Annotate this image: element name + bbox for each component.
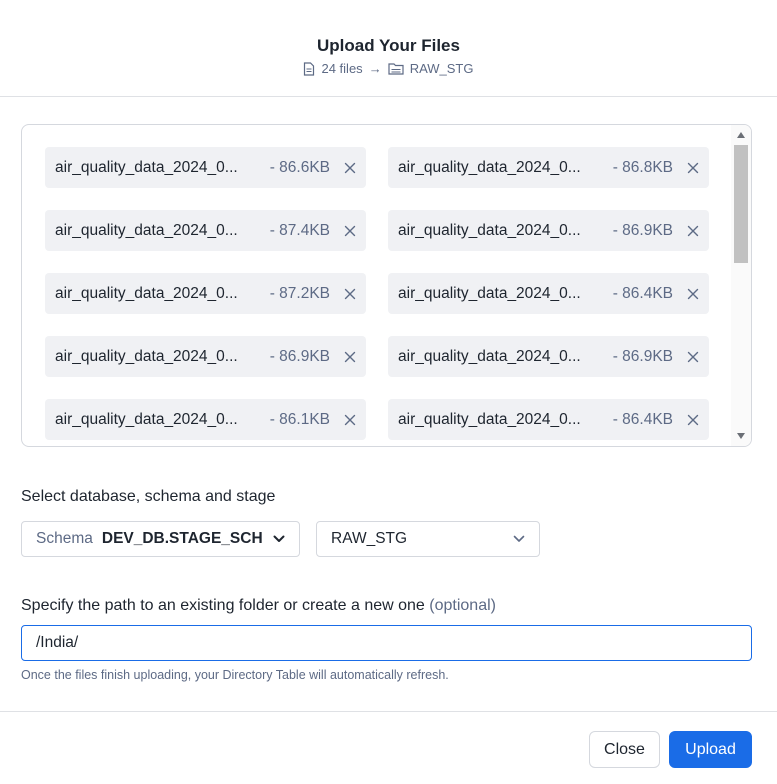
file-chip: air_quality_data_2024_0... - 86.9KB [388, 336, 709, 377]
file-name: air_quality_data_2024_0... [398, 347, 581, 365]
schema-select[interactable]: Schema DEV_DB.STAGE_SCH [21, 521, 300, 557]
stage-select[interactable]: RAW_STG [316, 521, 540, 557]
stage-value: RAW_STG [331, 530, 408, 547]
chevron-down-icon [513, 535, 525, 543]
file-chip: air_quality_data_2024_0... - 86.9KB [45, 336, 366, 377]
upload-summary: 24 files → RAW_STG [0, 61, 777, 76]
chevron-down-icon [273, 535, 285, 543]
file-name: air_quality_data_2024_0... [55, 221, 238, 239]
scroll-down-icon[interactable] [737, 433, 745, 439]
file-size: - 86.4KB [612, 284, 673, 302]
file-icon [303, 61, 315, 76]
file-chip: air_quality_data_2024_0... - 86.4KB [388, 273, 709, 314]
file-name: air_quality_data_2024_0... [55, 347, 238, 365]
refresh-hint: Once the files finish uploading, your Di… [21, 668, 449, 682]
file-chip: air_quality_data_2024_0... - 86.6KB [45, 147, 366, 188]
file-chip: air_quality_data_2024_0... - 86.1KB [45, 399, 366, 440]
stage-icon [388, 62, 404, 75]
remove-file-icon[interactable] [342, 412, 358, 428]
remove-file-icon[interactable] [342, 160, 358, 176]
location-label: Select database, schema and stage [21, 488, 276, 505]
remove-file-icon[interactable] [685, 223, 701, 239]
remove-file-icon[interactable] [685, 412, 701, 428]
file-name: air_quality_data_2024_0... [398, 221, 581, 239]
destination-stage: RAW_STG [409, 61, 474, 76]
remove-file-icon[interactable] [685, 160, 701, 176]
file-chip: air_quality_data_2024_0... - 87.2KB [45, 273, 366, 314]
schema-value: DEV_DB.STAGE_SCH [101, 530, 263, 547]
file-size: - 86.9KB [612, 221, 673, 239]
arrow-right-icon: → [368, 61, 382, 76]
file-name: air_quality_data_2024_0... [398, 158, 581, 176]
file-chip: air_quality_data_2024_0... - 86.4KB [388, 399, 709, 440]
file-size: - 86.8KB [612, 158, 673, 176]
path-input[interactable] [21, 625, 752, 661]
remove-file-icon[interactable] [342, 349, 358, 365]
file-size: - 86.9KB [612, 347, 673, 365]
remove-file-icon[interactable] [342, 223, 358, 239]
schema-prefix: Schema [36, 530, 93, 547]
remove-file-icon[interactable] [685, 286, 701, 302]
close-button[interactable]: Close [589, 731, 660, 768]
file-size: - 86.9KB [269, 347, 330, 365]
dialog-footer: Close Upload [0, 711, 777, 784]
file-name: air_quality_data_2024_0... [398, 284, 581, 302]
remove-file-icon[interactable] [342, 286, 358, 302]
file-name: air_quality_data_2024_0... [55, 284, 238, 302]
optional-tag: (optional) [429, 597, 496, 614]
file-chip: air_quality_data_2024_0... - 87.4KB [45, 210, 366, 251]
file-count: 24 files [321, 61, 363, 76]
path-label-text: Specify the path to an existing folder o… [21, 597, 425, 614]
file-size: - 86.4KB [612, 410, 673, 428]
file-size: - 86.6KB [269, 158, 330, 176]
file-name: air_quality_data_2024_0... [55, 410, 238, 428]
scrollbar-thumb[interactable] [734, 145, 748, 263]
file-name: air_quality_data_2024_0... [55, 158, 238, 176]
remove-file-icon[interactable] [685, 349, 701, 365]
file-size: - 87.4KB [269, 221, 330, 239]
path-label: Specify the path to an existing folder o… [21, 597, 496, 615]
file-grid: air_quality_data_2024_0... - 86.6KB air_qu… [45, 147, 709, 440]
dialog-header: Upload Your Files 24 files → RAW_STG [0, 0, 777, 97]
file-name: air_quality_data_2024_0... [398, 410, 581, 428]
dialog-title: Upload Your Files [317, 36, 460, 55]
file-chip: air_quality_data_2024_0... - 86.8KB [388, 147, 709, 188]
scroll-up-icon[interactable] [737, 132, 745, 138]
file-list[interactable]: air_quality_data_2024_0... - 86.6KB air_qu… [21, 124, 752, 447]
file-list-scrollbar[interactable] [731, 125, 751, 446]
upload-button[interactable]: Upload [669, 731, 752, 768]
file-chip: air_quality_data_2024_0... - 86.9KB [388, 210, 709, 251]
file-size: - 87.2KB [269, 284, 330, 302]
file-size: - 86.1KB [269, 410, 330, 428]
